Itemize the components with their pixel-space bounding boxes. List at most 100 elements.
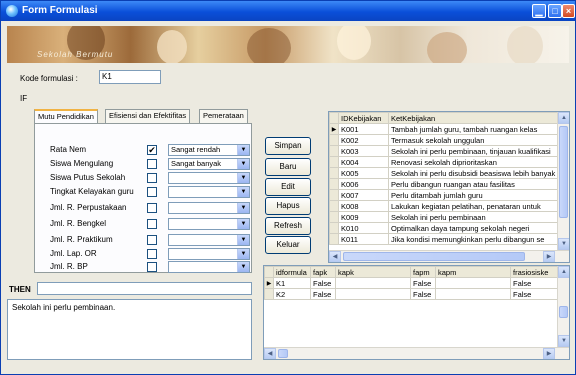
table-cell[interactable]: K006 <box>338 178 389 190</box>
column-header[interactable]: kapk <box>335 266 411 278</box>
table-row[interactable]: ▶ K001 Tambah jumlah guru, tambah ruangan … <box>329 123 559 135</box>
table-cell[interactable]: Perlu dibangun ruangan atau fasilitas <box>388 178 559 190</box>
tab-pemerataan[interactable]: Pemerataan <box>199 109 248 123</box>
criteria-level-select[interactable]: ▼ <box>168 248 250 260</box>
scroll-left-icon[interactable]: ◀ <box>329 251 341 262</box>
table-cell[interactable]: K003 <box>338 145 389 157</box>
row-selector[interactable] <box>329 145 339 157</box>
table-row[interactable]: K2 False False False <box>264 288 559 300</box>
criteria-checkbox[interactable] <box>147 249 157 259</box>
criteria-level-select[interactable]: ▼ <box>168 261 250 273</box>
table-cell[interactable]: Jika kondisi memungkinkan perlu dibangun… <box>388 233 559 245</box>
criteria-checkbox[interactable] <box>147 219 157 229</box>
table-cell[interactable]: False <box>310 288 336 300</box>
table-row[interactable]: K011 Jika kondisi memungkinkan perlu diba… <box>329 233 559 245</box>
row-selector[interactable] <box>329 233 339 245</box>
vertical-scrollbar[interactable]: ▲ ▼ <box>557 266 569 347</box>
scroll-down-icon[interactable]: ▼ <box>558 335 569 347</box>
row-selector[interactable] <box>329 189 339 201</box>
simpan-button[interactable]: Simpan <box>265 137 311 155</box>
maximize-icon[interactable]: □ <box>548 4 562 18</box>
row-selector[interactable] <box>329 200 339 212</box>
scrollbar-thumb[interactable] <box>559 126 568 218</box>
table-cell[interactable] <box>435 277 511 289</box>
table-cell[interactable] <box>435 288 511 300</box>
criteria-level-select[interactable]: ▼ <box>168 172 250 184</box>
scroll-up-icon[interactable]: ▲ <box>558 112 569 124</box>
table-row[interactable]: K010 Optimalkan daya tampung sekolah nege… <box>329 222 559 234</box>
table-cell[interactable]: Sekolah ini perlu pembinaan <box>388 211 559 223</box>
criteria-checkbox[interactable] <box>147 235 157 245</box>
column-header[interactable]: kapm <box>435 266 511 278</box>
column-header[interactable]: fapm <box>410 266 436 278</box>
chevron-down-icon[interactable]: ▼ <box>237 235 249 245</box>
scrollbar-thumb[interactable] <box>343 252 525 261</box>
table-cell[interactable]: Sekolah ini perlu disubsidi beasiswa leb… <box>388 167 559 179</box>
close-icon[interactable]: × <box>562 4 575 18</box>
horizontal-scrollbar[interactable]: ◀ ▶ <box>329 250 569 262</box>
chevron-down-icon[interactable]: ▼ <box>237 145 249 155</box>
refresh-button[interactable]: Refresh <box>265 217 311 235</box>
criteria-checkbox[interactable] <box>147 203 157 213</box>
vertical-scrollbar[interactable]: ▲ ▼ <box>557 112 569 250</box>
result-memo[interactable]: Sekolah ini perlu pembinaan. <box>7 299 252 360</box>
scroll-right-icon[interactable]: ▶ <box>543 251 555 262</box>
kode-formulasi-input[interactable]: K1 <box>99 70 161 84</box>
table-cell[interactable]: Termasuk sekolah unggulan <box>388 134 559 146</box>
table-cell[interactable]: K1 <box>273 277 311 289</box>
table-cell[interactable]: K010 <box>338 222 389 234</box>
horizontal-scrollbar[interactable]: ◀ ▶ <box>264 347 569 359</box>
scroll-right-icon[interactable]: ▶ <box>543 348 555 359</box>
table-row[interactable]: K004 Renovasi sekolah diprioritaskan <box>329 156 559 168</box>
table-row[interactable]: K002 Termasuk sekolah unggulan <box>329 134 559 146</box>
criteria-level-select[interactable]: ▼ <box>168 186 250 198</box>
table-cell[interactable]: False <box>410 288 436 300</box>
criteria-checkbox[interactable] <box>147 173 157 183</box>
column-header[interactable]: idformula <box>273 266 311 278</box>
table-cell[interactable]: False <box>510 288 559 300</box>
criteria-level-select[interactable]: Sangat banyak ▼ <box>168 158 250 170</box>
scroll-left-icon[interactable]: ◀ <box>264 348 276 359</box>
table-cell[interactable]: K011 <box>338 233 389 245</box>
table-row[interactable]: K006 Perlu dibangun ruangan atau fasilita… <box>329 178 559 190</box>
table-row[interactable]: ▶ K1 False False False <box>264 277 559 289</box>
criteria-checkbox[interactable] <box>147 262 157 272</box>
baru-button[interactable]: Baru <box>265 158 311 176</box>
table-cell[interactable]: K004 <box>338 156 389 168</box>
criteria-checkbox[interactable] <box>147 187 157 197</box>
minimize-icon[interactable]: ▁ <box>532 4 546 18</box>
keluar-button[interactable]: Keluar <box>265 236 311 254</box>
criteria-checkbox[interactable]: ✔ <box>147 145 157 155</box>
scroll-up-icon[interactable]: ▲ <box>558 266 569 278</box>
table-cell[interactable]: Renovasi sekolah diprioritaskan <box>388 156 559 168</box>
row-selector[interactable] <box>264 288 274 300</box>
chevron-down-icon[interactable]: ▼ <box>237 173 249 183</box>
then-input[interactable] <box>37 282 252 295</box>
table-cell[interactable]: Perlu ditambah jumlah guru <box>388 189 559 201</box>
tab-efisiensi-efektifitas[interactable]: Efisiensi dan Efektifitas <box>105 109 191 123</box>
hapus-button[interactable]: Hapus <box>265 197 311 215</box>
criteria-level-select[interactable]: ▼ <box>168 234 250 246</box>
row-selector[interactable] <box>329 167 339 179</box>
edit-button[interactable]: Edit <box>265 178 311 196</box>
criteria-level-select[interactable]: ▼ <box>168 218 250 230</box>
table-cell[interactable]: K009 <box>338 211 389 223</box>
chevron-down-icon[interactable]: ▼ <box>237 203 249 213</box>
table-cell[interactable]: K007 <box>338 189 389 201</box>
chevron-down-icon[interactable]: ▼ <box>237 159 249 169</box>
table-row[interactable]: K007 Perlu ditambah jumlah guru <box>329 189 559 201</box>
row-selector[interactable] <box>329 178 339 190</box>
table-cell[interactable]: K001 <box>338 123 389 135</box>
table-row[interactable]: K003 Sekolah ini perlu pembinaan, tinjaua… <box>329 145 559 157</box>
table-cell[interactable]: K008 <box>338 200 389 212</box>
table-cell[interactable]: False <box>510 277 559 289</box>
chevron-down-icon[interactable]: ▼ <box>237 262 249 272</box>
scrollbar-thumb[interactable] <box>559 306 568 318</box>
table-cell[interactable]: Tambah jumlah guru, tambah ruangan kelas <box>388 123 559 135</box>
row-selector[interactable] <box>329 156 339 168</box>
scrollbar-thumb[interactable] <box>278 349 288 358</box>
table-row[interactable]: K008 Lakukan kegiatan pelatihan, penatara… <box>329 200 559 212</box>
chevron-down-icon[interactable]: ▼ <box>237 249 249 259</box>
table-cell[interactable]: K002 <box>338 134 389 146</box>
scroll-down-icon[interactable]: ▼ <box>558 238 569 250</box>
